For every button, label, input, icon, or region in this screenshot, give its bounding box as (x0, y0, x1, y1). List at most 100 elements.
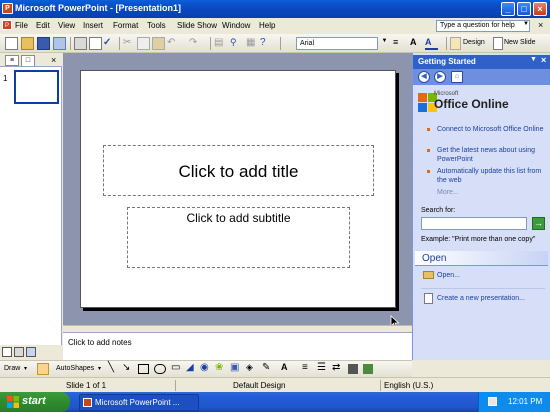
home-icon[interactable]: ⌂ (451, 71, 463, 83)
search-input[interactable] (421, 217, 527, 230)
text-box-icon[interactable]: ▭ (171, 362, 180, 373)
chevron-down-icon[interactable]: ▾ (24, 365, 27, 372)
search-go-icon[interactable]: → (532, 217, 545, 230)
chevron-down-icon[interactable]: ▾ (98, 365, 101, 372)
new-slide-icon[interactable] (493, 37, 503, 50)
create-presentation-link[interactable]: Create a new presentation... (437, 295, 525, 302)
zoom-icon[interactable]: ⚲ (230, 37, 243, 50)
copy-icon[interactable] (137, 37, 150, 50)
menu-format[interactable]: Format (113, 21, 138, 30)
font-name-select[interactable]: Arial (296, 37, 378, 50)
font-size-icon[interactable]: A (410, 37, 423, 50)
new-slide-button[interactable]: New Slide (504, 39, 536, 46)
link-auto-update[interactable]: Automatically update this list from the … (437, 167, 545, 185)
diagram-icon[interactable]: ◉ (200, 362, 209, 373)
link-connect-office-online[interactable]: Connect to Microsoft Office Online (437, 125, 545, 134)
new-document-icon[interactable] (5, 37, 18, 50)
align-icon[interactable]: ≡ (393, 37, 406, 50)
slide-thumbnail[interactable] (14, 70, 59, 104)
draw-menu[interactable]: Draw (4, 365, 20, 372)
chevron-down-icon[interactable]: ▼ (530, 56, 537, 63)
menu-help[interactable]: Help (259, 21, 275, 30)
document-icon[interactable]: P (2, 20, 12, 30)
slides-pane-tabs: ≡ □ × (0, 53, 62, 67)
font-color-icon[interactable]: A (281, 362, 288, 372)
table-icon[interactable]: ▦ (246, 37, 259, 50)
window-titlebar[interactable]: P Microsoft PowerPoint - [Presentation1]… (0, 0, 550, 18)
maximize-icon[interactable]: □ (517, 2, 531, 16)
shadow-style-icon[interactable] (348, 364, 358, 374)
font-color-icon[interactable]: A (425, 37, 438, 50)
notes-pane[interactable]: Click to add notes (63, 332, 412, 360)
notes-splitter[interactable] (63, 325, 412, 332)
windows-logo-icon (7, 396, 19, 408)
menu-file[interactable]: File (15, 21, 28, 30)
standard-toolbar: ✓ ✂ ↶ ↷ ▤ ⚲ ▦ ? Arial ▼ ≡ A A Design New… (0, 34, 550, 53)
back-icon[interactable]: ◀ (418, 71, 430, 83)
status-slide-info: Slide 1 of 1 (66, 381, 107, 390)
print-icon[interactable] (74, 37, 87, 50)
title-placeholder[interactable]: Click to add title (103, 145, 374, 196)
taskbar-powerpoint-button[interactable]: Microsoft PowerPoint ... (79, 394, 199, 411)
line-icon[interactable]: ╲ (108, 362, 114, 373)
dash-style-icon[interactable]: ☰ (317, 362, 326, 373)
folder-icon (423, 271, 434, 279)
line-style-icon[interactable]: ≡ (302, 362, 308, 373)
autoshapes-menu[interactable]: AutoShapes (56, 365, 94, 372)
logo-office-online-text: Office Online (434, 97, 509, 111)
save-icon[interactable] (37, 37, 50, 50)
3d-style-icon[interactable] (363, 364, 373, 374)
print-preview-icon[interactable] (89, 37, 102, 50)
permission-icon[interactable] (53, 37, 66, 50)
link-latest-news[interactable]: Get the latest news about using PowerPoi… (437, 146, 545, 164)
close-document-icon[interactable]: × (538, 20, 543, 30)
oval-icon[interactable] (154, 364, 166, 374)
arrow-style-icon[interactable]: ⇄ (332, 362, 340, 373)
slide-sorter-icon[interactable] (14, 347, 24, 357)
arrow-icon[interactable]: ↘ (122, 362, 130, 373)
menu-tools[interactable]: Tools (147, 21, 166, 30)
design-icon[interactable] (450, 37, 461, 50)
network-icon[interactable] (488, 397, 497, 406)
clip-art-icon[interactable]: ❀ (215, 362, 223, 373)
fill-color-icon[interactable]: ◈ (246, 362, 253, 373)
close-icon[interactable]: × (533, 2, 547, 16)
subtitle-placeholder[interactable]: Click to add subtitle (127, 207, 350, 268)
menu-insert[interactable]: Insert (83, 21, 103, 30)
picture-icon[interactable]: ▣ (230, 362, 239, 373)
cut-icon[interactable]: ✂ (123, 37, 136, 50)
chart-icon[interactable]: ▤ (214, 37, 227, 50)
wordart-icon[interactable]: ◢ (186, 362, 194, 373)
design-button[interactable]: Design (463, 39, 485, 46)
paste-icon[interactable] (152, 37, 165, 50)
task-pane-title: Getting Started (418, 57, 476, 66)
redo-icon[interactable]: ↷ (189, 37, 202, 50)
undo-icon[interactable]: ↶ (167, 37, 180, 50)
close-pane-icon[interactable]: × (51, 55, 56, 65)
chevron-down-icon[interactable]: ▼ (380, 38, 389, 49)
close-icon[interactable]: × (541, 55, 546, 65)
drawing-toolbar: Draw ▾ AutoShapes ▾ ╲ ↘ ▭ ◢ ◉ ❀ ▣ ◈ ✎ A … (0, 360, 412, 377)
minimize-icon[interactable]: _ (501, 2, 515, 16)
ask-question-input[interactable]: Type a question for help (436, 20, 530, 32)
rectangle-icon[interactable] (138, 364, 149, 374)
divider (421, 288, 545, 289)
help-icon[interactable]: ? (260, 37, 273, 50)
outline-tab[interactable]: ≡ (5, 55, 19, 66)
normal-view-icon[interactable] (2, 347, 12, 357)
slides-tab[interactable]: □ (21, 55, 35, 66)
menu-slide-show[interactable]: Slide Show (177, 21, 217, 30)
menu-window[interactable]: Window (222, 21, 250, 30)
menu-view[interactable]: View (58, 21, 75, 30)
powerpoint-app-icon: P (2, 3, 13, 14)
more-link[interactable]: More... (437, 189, 459, 196)
slide-show-icon[interactable] (26, 347, 36, 357)
open-folder-icon[interactable] (21, 37, 34, 50)
spelling-icon[interactable]: ✓ (103, 37, 116, 50)
forward-icon[interactable]: ▶ (434, 71, 446, 83)
select-objects-icon[interactable] (37, 363, 49, 375)
line-color-icon[interactable]: ✎ (262, 362, 270, 373)
menu-edit[interactable]: Edit (36, 21, 50, 30)
chevron-down-icon[interactable]: ▼ (523, 21, 529, 27)
open-link[interactable]: Open... (437, 272, 460, 279)
